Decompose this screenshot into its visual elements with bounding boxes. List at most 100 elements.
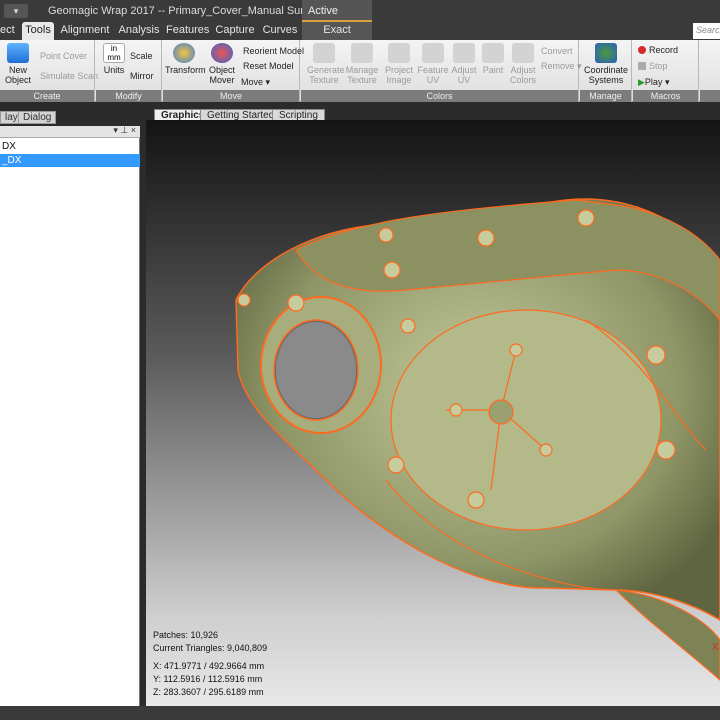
axis-triad-x-label: X bbox=[712, 642, 719, 653]
manage-texture-label: Manage Texture bbox=[345, 65, 379, 85]
object-mover-icon bbox=[211, 43, 233, 63]
coord-x: X: 471.9771 / 492.9664 mm bbox=[153, 661, 265, 671]
paint-icon bbox=[482, 43, 504, 63]
remove-label: Remove bbox=[541, 61, 575, 71]
stop-icon bbox=[638, 62, 646, 70]
record-icon bbox=[638, 46, 646, 54]
quick-access-menu[interactable]: ▾ bbox=[4, 4, 28, 18]
generate-texture-icon bbox=[313, 43, 335, 63]
transform-icon bbox=[173, 43, 195, 63]
status-bar bbox=[0, 706, 720, 720]
graphics-viewport[interactable]: Patches: 10,926 Current Triangles: 9,040… bbox=[146, 120, 720, 706]
coord-z: Z: 283.3607 / 295.6189 mm bbox=[153, 687, 264, 697]
play-icon: ▶ bbox=[638, 77, 645, 87]
transform-button[interactable]: Transform bbox=[165, 43, 206, 75]
tab-project[interactable]: ect bbox=[0, 22, 15, 40]
play-button[interactable]: ▶Play ▾ bbox=[638, 77, 669, 88]
reset-model-button[interactable]: Reset Model bbox=[243, 61, 294, 71]
paint-label: Paint bbox=[482, 65, 504, 75]
record-button[interactable]: Record bbox=[638, 45, 678, 55]
group-label-manage: Manage bbox=[580, 90, 631, 102]
model-manager-panel: ▾ ⊥ × DX _DX bbox=[0, 125, 140, 706]
units-icon-top: in bbox=[110, 44, 118, 53]
move-menu-button[interactable]: Move ▾ bbox=[241, 77, 270, 88]
units-button[interactable]: in mm Units bbox=[100, 43, 128, 75]
3d-model-render[interactable] bbox=[146, 120, 720, 706]
tab-alignment[interactable]: Alignment bbox=[60, 22, 110, 40]
group-label-colors: Colors bbox=[301, 90, 578, 102]
hole-interior bbox=[276, 322, 356, 418]
object-mover-button[interactable]: Object Mover bbox=[205, 43, 239, 85]
generate-texture-label: Generate Texture bbox=[307, 65, 345, 85]
contextual-tab-header: Active bbox=[302, 0, 372, 22]
adjust-colors-button[interactable]: Adjust Colors bbox=[507, 43, 539, 85]
feature-uv-button[interactable]: Feature UV bbox=[417, 43, 449, 85]
project-image-label: Project Image bbox=[384, 65, 413, 85]
project-image-icon bbox=[388, 43, 410, 63]
manage-texture-icon bbox=[351, 43, 373, 63]
feature-uv-label: Feature UV bbox=[417, 65, 449, 85]
panel-tab-dialog[interactable]: Dialog bbox=[18, 111, 57, 124]
triangles-count: Current Triangles: 9,040,809 bbox=[153, 643, 268, 653]
units-icon: in mm bbox=[103, 43, 125, 63]
group-create: New Object Point Cover Simulate Scan Cre… bbox=[0, 40, 98, 102]
simulate-scan-button[interactable]: Simulate Scan bbox=[40, 71, 98, 81]
tree-item[interactable]: DX bbox=[0, 140, 140, 153]
group-colors: Generate Texture Manage Texture Project … bbox=[301, 40, 582, 102]
adjust-colors-label: Adjust Colors bbox=[509, 65, 536, 85]
tab-tools[interactable]: Tools bbox=[22, 22, 54, 40]
group-label-create: Create bbox=[0, 90, 94, 102]
group-label-macros: Macros bbox=[633, 90, 698, 102]
tree-item-selected[interactable]: _DX bbox=[0, 154, 140, 167]
coord-y: Y: 112.5916 / 112.5916 mm bbox=[153, 674, 263, 684]
adjust-colors-icon bbox=[512, 43, 534, 63]
units-icon-bottom: mm bbox=[107, 53, 121, 62]
remove-button[interactable]: Remove ▾ bbox=[541, 61, 582, 72]
tab-exact-surfaces[interactable]: Exact Surfaces bbox=[302, 22, 372, 53]
group-manage: Coordinate Systems Manage bbox=[580, 40, 632, 102]
patches-count: Patches: 10,926 bbox=[153, 630, 219, 640]
new-object-button[interactable]: New Object bbox=[2, 43, 34, 85]
adjust-uv-label: Adjust UV bbox=[451, 65, 477, 85]
project-image-button[interactable]: Project Image bbox=[383, 43, 415, 85]
mirror-button[interactable]: Mirror bbox=[130, 71, 154, 81]
new-object-icon bbox=[7, 43, 29, 63]
panel-controls-icon[interactable]: ▾ ⊥ × bbox=[113, 125, 136, 136]
stop-button[interactable]: Stop bbox=[638, 61, 668, 71]
convert-button[interactable]: Convert bbox=[541, 46, 573, 56]
group-move: Transform Object Mover Reorient Model Re… bbox=[163, 40, 304, 102]
play-label: Play bbox=[644, 77, 663, 87]
transform-label: Transform bbox=[165, 65, 206, 75]
generate-texture-button[interactable]: Generate Texture bbox=[307, 43, 345, 85]
new-object-label: New Object bbox=[4, 65, 31, 85]
paint-button[interactable]: Paint bbox=[479, 43, 507, 75]
ribbon-panel: New Object Point Cover Simulate Scan Cre… bbox=[0, 40, 720, 102]
search-input[interactable]: Search bbox=[693, 23, 720, 39]
reorient-model-button[interactable]: Reorient Model bbox=[243, 46, 304, 56]
center-boss bbox=[488, 399, 514, 425]
stop-label: Stop bbox=[649, 61, 668, 71]
group-macros: Record Stop ▶Play ▾ Macros bbox=[633, 40, 699, 102]
group-label-move: Move bbox=[163, 90, 299, 102]
title-bar: ▾ Geomagic Wrap 2017 -- Primary_Cover_Ma… bbox=[0, 0, 720, 22]
adjust-uv-icon bbox=[453, 43, 475, 63]
cover-dome bbox=[390, 309, 662, 531]
object-mover-label: Object Mover bbox=[208, 65, 235, 85]
panel-header: ▾ ⊥ × bbox=[0, 125, 140, 138]
coordinate-systems-label: Coordinate Systems bbox=[583, 65, 629, 85]
adjust-uv-button[interactable]: Adjust UV bbox=[449, 43, 479, 85]
coordinate-systems-icon bbox=[595, 43, 617, 63]
manage-texture-button[interactable]: Manage Texture bbox=[345, 43, 379, 85]
point-cover-button[interactable]: Point Cover bbox=[40, 51, 87, 61]
tab-curves[interactable]: Curves bbox=[262, 22, 298, 40]
tab-analysis[interactable]: Analysis bbox=[118, 22, 160, 40]
tab-features[interactable]: Features bbox=[166, 22, 209, 40]
feature-uv-icon bbox=[422, 43, 444, 63]
scale-button[interactable]: Scale bbox=[130, 51, 153, 61]
record-label: Record bbox=[649, 45, 679, 55]
ribbon-tab-bar: ect Tools Alignment Analysis Features Ca… bbox=[0, 22, 720, 53]
group-label-modify: Modify bbox=[96, 90, 161, 102]
units-label: Units bbox=[103, 65, 125, 75]
tab-capture[interactable]: Capture bbox=[214, 22, 256, 40]
coordinate-systems-button[interactable]: Coordinate Systems bbox=[582, 43, 630, 85]
